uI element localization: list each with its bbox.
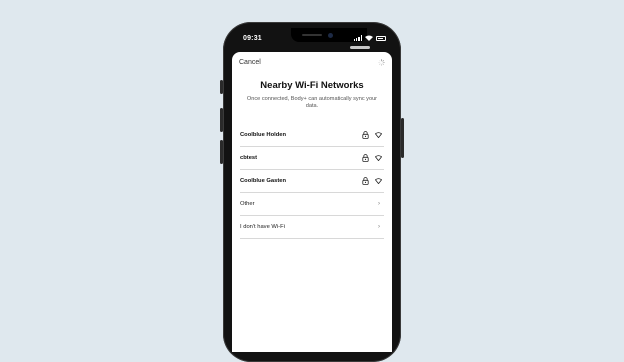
status-bar: 09:31 bbox=[232, 33, 392, 47]
network-name: cbtest bbox=[240, 155, 258, 161]
network-row[interactable]: cbtest bbox=[240, 147, 384, 170]
wifi-networks-sheet: Cancel Nearby Wi-Fi Networks Once connec… bbox=[232, 52, 392, 352]
option-label: I don't have Wi-Fi bbox=[240, 224, 285, 230]
other-network-option[interactable]: Other › bbox=[240, 193, 384, 216]
status-time: 09:31 bbox=[243, 35, 262, 42]
chevron-right-icon: › bbox=[378, 201, 380, 207]
wifi-signal-icon bbox=[375, 155, 382, 161]
loading-spinner-icon bbox=[378, 59, 385, 66]
option-label: Other bbox=[240, 201, 255, 207]
system-icons bbox=[353, 35, 386, 41]
lock-icon bbox=[362, 177, 369, 185]
network-name: Coolblue Holden bbox=[240, 132, 287, 138]
phone-power-button bbox=[401, 118, 404, 158]
chevron-right-icon: › bbox=[378, 224, 380, 230]
network-name: Coolblue Gasten bbox=[240, 178, 287, 184]
cellular-signal-icon bbox=[353, 35, 362, 41]
wifi-signal-icon bbox=[375, 132, 382, 138]
sheet-handle[interactable] bbox=[350, 46, 370, 49]
wifi-signal-icon bbox=[375, 178, 382, 184]
wifi-status-icon bbox=[365, 35, 373, 41]
lock-icon bbox=[362, 131, 369, 139]
lock-icon bbox=[362, 154, 369, 162]
network-row[interactable]: Coolblue Holden bbox=[240, 124, 384, 147]
page-title: Nearby Wi-Fi Networks bbox=[260, 80, 364, 91]
no-wifi-option[interactable]: I don't have Wi-Fi › bbox=[240, 216, 384, 239]
battery-icon bbox=[376, 35, 386, 41]
network-row[interactable]: Coolblue Gasten bbox=[240, 170, 384, 193]
network-list: Coolblue Holden cbtest Coolblue Gasten O… bbox=[240, 124, 384, 239]
page-subtitle: Once connected, Body+ can automatically … bbox=[246, 96, 378, 109]
cancel-button[interactable]: Cancel bbox=[239, 59, 261, 66]
